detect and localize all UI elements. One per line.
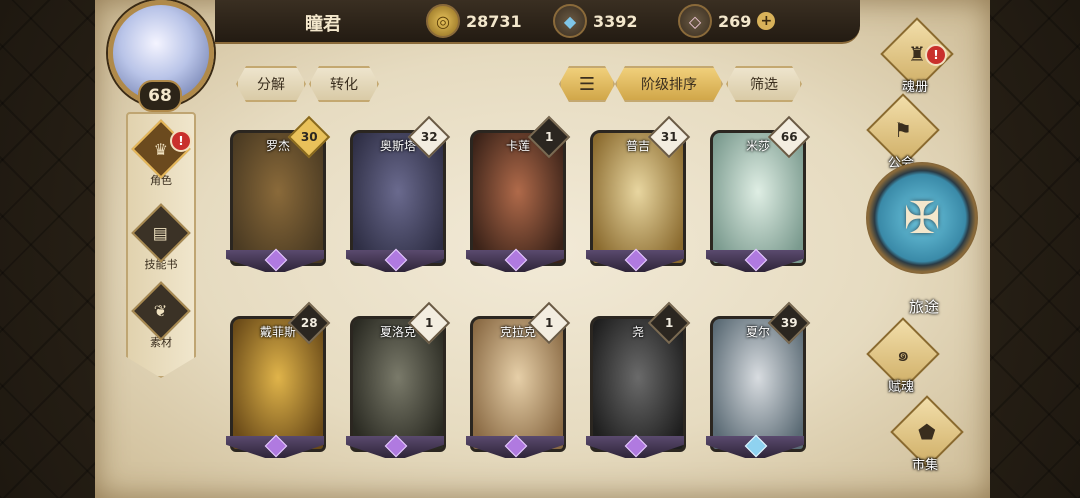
card-level-value: 39: [780, 315, 798, 330]
soul-endow-label: 赋魂: [887, 380, 914, 395]
soul-book-alert-badge: !: [925, 44, 947, 66]
character-card[interactable]: 奥斯塔 32: [346, 115, 451, 272]
coin-value: 28731: [466, 11, 522, 31]
market-label: 市集: [911, 458, 938, 473]
card-level-value: 31: [660, 129, 678, 144]
journey-label: 旅途: [908, 298, 939, 316]
coin-icon: ◎: [426, 4, 460, 38]
sort-by-tier-button[interactable]: 阶级排序: [615, 66, 723, 102]
journey-emblem: ✠: [866, 162, 978, 274]
sort-lines-icon: ☰: [578, 73, 596, 95]
character-card[interactable]: 卡莲 1: [466, 115, 571, 272]
card-level-value: 1: [424, 315, 434, 330]
pink-gem-counter: ◇ 269 +: [678, 4, 776, 38]
card-level-value: 32: [420, 129, 438, 144]
decompose-button[interactable]: 分解: [236, 66, 306, 102]
sidebar-item-skill-book[interactable]: ▤ 技能书: [128, 203, 194, 272]
player-name: 瞳君: [305, 14, 341, 35]
pink-gem-icon: ◇: [678, 4, 712, 38]
player-avatar-frame[interactable]: 68: [100, 0, 218, 112]
material-icon: ❦: [131, 281, 191, 341]
character-card[interactable]: 普吉 31: [586, 115, 691, 272]
soul-endow-icon: ๑: [896, 341, 910, 366]
soul-endow-button[interactable]: ๑ 赋魂: [866, 317, 940, 395]
left-sidebar: ♛ 角色 ▤ 技能书 ❦ 素材: [126, 112, 196, 378]
sidebar-item-material[interactable]: ❦ 素材: [128, 281, 194, 350]
market-button[interactable]: ⬟ 市集: [890, 395, 964, 473]
journey-button[interactable]: ✠ 旅途: [866, 162, 982, 316]
card-level-value: 66: [780, 129, 798, 144]
journey-icon: ✠: [903, 192, 941, 244]
add-pink-gem-button[interactable]: +: [757, 12, 776, 30]
filter-button[interactable]: 筛选: [726, 66, 802, 102]
guild-icon: ⚑: [894, 118, 912, 142]
skill-book-icon: ▤: [131, 203, 191, 263]
player-level-badge: 68: [138, 80, 182, 112]
card-level-value: 1: [544, 315, 554, 330]
character-card[interactable]: 米莎 66: [706, 115, 811, 272]
card-level-value: 1: [544, 129, 554, 144]
character-card[interactable]: 戴菲斯 28: [226, 301, 331, 458]
crystal-counter: ◆ 3392: [553, 4, 638, 38]
card-level-value: 30: [300, 129, 318, 144]
guild-button[interactable]: ⚑ 公会: [866, 93, 940, 171]
soul-book-label: 魂册: [901, 80, 928, 95]
crystal-icon: ◆: [553, 4, 587, 38]
sort-toggle-button[interactable]: ☰: [559, 66, 615, 102]
character-card[interactable]: 罗杰 30: [226, 115, 331, 272]
convert-button[interactable]: 转化: [309, 66, 379, 102]
soul-book-icon: ♜: [908, 42, 926, 66]
card-level-value: 1: [664, 315, 674, 330]
character-card[interactable]: 夏洛克 1: [346, 301, 451, 458]
character-card[interactable]: 克拉克 1: [466, 301, 571, 458]
pink-gem-value: 269: [718, 11, 752, 31]
market-icon: ⬟: [918, 419, 936, 444]
card-level-value: 28: [300, 315, 318, 330]
crystal-value: 3392: [593, 11, 638, 31]
character-card[interactable]: 尧1: [586, 301, 691, 458]
character-alert-badge: !: [170, 130, 192, 152]
coin-counter: ◎ 28731: [426, 4, 522, 38]
character-card[interactable]: 夏尔 39: [706, 301, 811, 458]
